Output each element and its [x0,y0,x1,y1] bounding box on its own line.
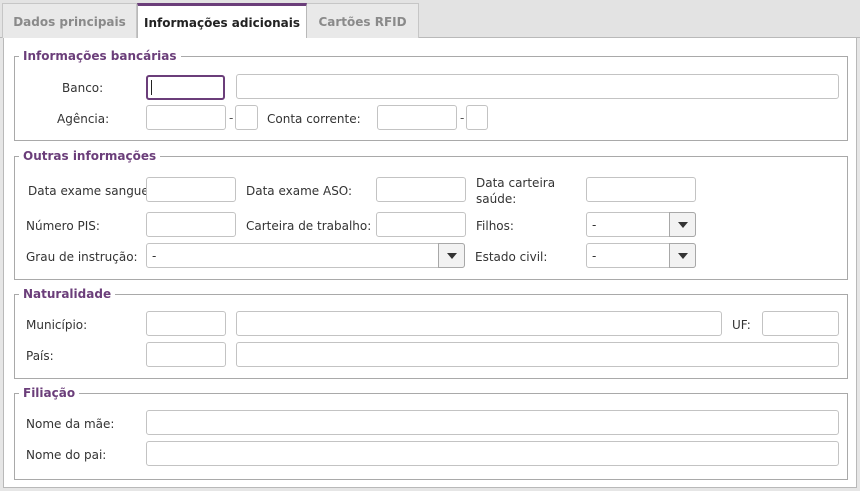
filhos-value: - [592,218,597,232]
agencia-separator: - [229,111,234,125]
uf-input[interactable] [762,311,839,336]
municipio-name-input[interactable] [236,311,722,336]
chevron-down-icon[interactable] [669,212,696,237]
chevron-down-icon[interactable] [669,243,696,268]
group-legend: Outras informações [23,149,157,163]
municipio-label: Município: [26,318,88,332]
estado-civil-value: - [592,249,597,263]
estado-civil-select[interactable]: - [586,243,696,268]
banco-label: Banco: [62,81,104,95]
group-legend: Informações bancárias [23,49,177,63]
text-cursor [151,80,152,95]
carteira-trabalho-label: Carteira de trabalho: [246,219,372,233]
pais-label: País: [26,349,54,363]
conta-corrente-input[interactable] [377,105,457,130]
banco-name-input[interactable] [236,74,839,99]
filhos-select[interactable]: - [586,212,696,237]
carteira-trabalho-input[interactable] [376,212,466,237]
grau-instrucao-select[interactable]: - [146,243,465,268]
pais-name-input[interactable] [236,342,839,367]
tab-bar: Dados principais Informações adicionais … [0,0,860,39]
pais-code-input[interactable] [146,342,226,367]
banco-code-input[interactable] [146,75,225,100]
nome-pai-label: Nome do pai: [26,448,107,462]
agencia-digit-input[interactable] [235,105,258,130]
tab-informacoes-adicionais[interactable]: Informações adicionais [137,3,307,39]
pis-label: Número PIS: [26,219,100,233]
conta-corrente-label: Conta corrente: [267,112,361,126]
exame-aso-label: Data exame ASO: [246,184,353,198]
municipio-code-input[interactable] [146,311,226,336]
filhos-label: Filhos: [476,219,514,233]
nome-pai-input[interactable] [146,441,839,466]
nome-mae-input[interactable] [146,410,839,435]
pis-input[interactable] [146,212,236,237]
estado-civil-label: Estado civil: [475,250,548,264]
exame-sangue-input[interactable] [146,177,236,202]
agencia-label: Agência: [57,112,110,126]
conta-digit-input[interactable] [466,105,488,130]
grau-instrucao-value: - [152,249,157,263]
exame-aso-input[interactable] [376,177,466,202]
tab-panel: Informações bancárias Banco: Agência: - … [3,38,857,488]
agencia-input[interactable] [146,105,226,130]
nome-mae-label: Nome da mãe: [26,417,115,431]
conta-separator: - [460,111,465,125]
exame-sangue-label: Data exame sangue: [28,184,153,198]
tab-cartoes-rfid[interactable]: Cartões RFID [307,3,419,38]
group-legend: Naturalidade [23,287,112,301]
group-legend: Filiação [23,386,76,400]
carteira-saude-label-line2: saúde: [476,192,517,206]
uf-label: UF: [732,318,751,332]
tab-dados-principais[interactable]: Dados principais [2,3,137,38]
chevron-down-icon[interactable] [438,243,465,268]
grau-instrucao-label: Grau de instrução: [26,250,138,264]
carteira-saude-input[interactable] [586,177,696,202]
carteira-saude-label-line1: Data carteira [476,176,556,190]
